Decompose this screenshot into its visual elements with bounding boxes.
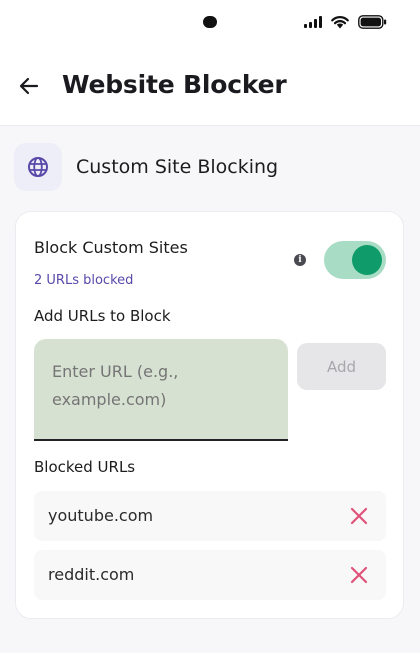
block-custom-sites-toggle[interactable] bbox=[324, 241, 386, 279]
url-input-container[interactable] bbox=[34, 339, 288, 441]
blocked-url-text: reddit.com bbox=[48, 565, 135, 584]
camera-cutout bbox=[203, 16, 217, 28]
add-url-button[interactable]: Add bbox=[297, 343, 386, 390]
block-custom-sites-label: Block Custom Sites bbox=[34, 238, 188, 257]
toggle-thumb bbox=[352, 245, 382, 275]
close-icon bbox=[350, 566, 368, 584]
blocked-urls-label: Blocked URLs bbox=[34, 458, 136, 476]
wifi-icon bbox=[331, 16, 349, 29]
blocked-count-text: 2 URLs blocked bbox=[34, 273, 134, 288]
section-title: Custom Site Blocking bbox=[76, 156, 279, 178]
blocked-urls-list: youtube.com reddit.com bbox=[34, 491, 386, 609]
blocked-url-text: youtube.com bbox=[48, 506, 154, 525]
url-input[interactable] bbox=[52, 358, 262, 414]
status-icons bbox=[304, 15, 387, 29]
cellular-signal-icon bbox=[304, 16, 322, 28]
app-bar: Website Blocker bbox=[0, 58, 420, 114]
remove-url-button[interactable] bbox=[346, 503, 372, 529]
globe-icon bbox=[28, 157, 48, 177]
info-icon[interactable]: i bbox=[294, 254, 306, 266]
list-item: youtube.com bbox=[34, 491, 386, 541]
globe-icon-container bbox=[14, 143, 62, 191]
arrow-left-icon bbox=[19, 77, 39, 95]
section-header: Custom Site Blocking bbox=[14, 142, 278, 192]
status-bar bbox=[0, 0, 420, 46]
close-icon bbox=[350, 507, 368, 525]
back-button[interactable] bbox=[12, 70, 46, 102]
battery-icon bbox=[358, 15, 387, 29]
custom-blocking-card: Block Custom Sites 2 URLs blocked i Add … bbox=[15, 211, 404, 619]
add-urls-label: Add URLs to Block bbox=[34, 307, 171, 325]
remove-url-button[interactable] bbox=[346, 562, 372, 588]
top-bar-area: Website Blocker bbox=[0, 0, 420, 126]
list-item: reddit.com bbox=[34, 550, 386, 600]
page-title: Website Blocker bbox=[62, 70, 287, 99]
